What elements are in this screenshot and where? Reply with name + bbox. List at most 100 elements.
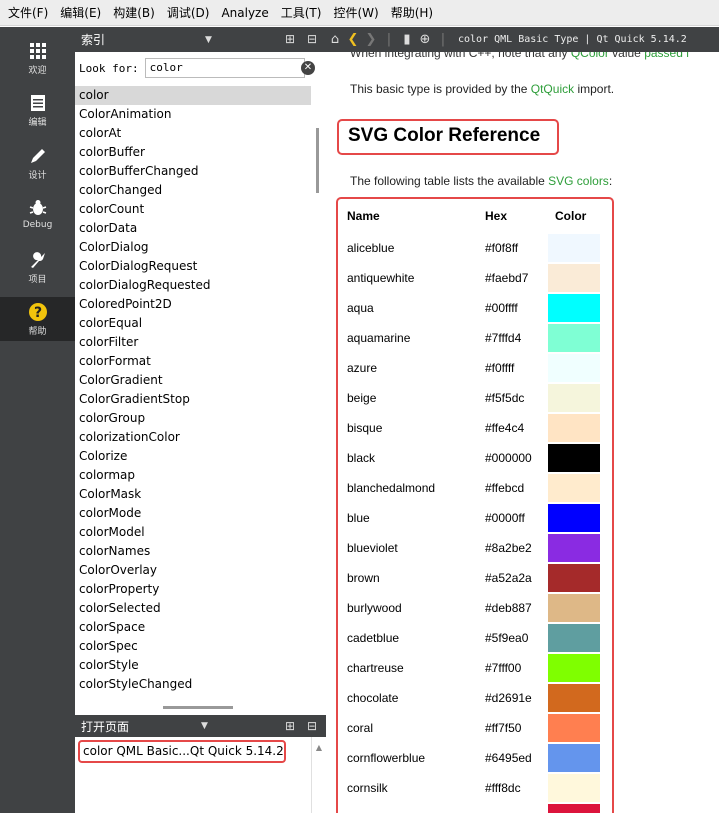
home-icon[interactable]: ⌂ (326, 32, 344, 47)
horizontal-scrollbar[interactable] (75, 698, 326, 715)
color-name: aliceblue (347, 241, 395, 255)
menu-item[interactable]: 文件(F) (2, 0, 54, 26)
index-item[interactable]: colorizationColor (75, 428, 311, 447)
qtquick-link[interactable]: QtQuick (531, 82, 574, 96)
color-swatch (548, 654, 600, 682)
index-panel-header: 索引 ▼ ⊞ ⊟ (75, 27, 326, 52)
menu-item[interactable]: 工具(T) (275, 0, 328, 26)
mode-label: 编辑 (28, 117, 47, 128)
index-item[interactable]: ColorGradientStop (75, 390, 311, 409)
color-hex: #6495ed (485, 751, 532, 765)
color-name: black (347, 451, 376, 465)
close-panel-icon[interactable]: ⊟ (304, 718, 320, 734)
index-item[interactable]: colorData (75, 219, 311, 238)
qcolor-link[interactable]: QColor (571, 52, 609, 60)
grid-icon (27, 41, 49, 61)
index-panel-title[interactable]: 索引 (81, 31, 201, 48)
mode-wrench[interactable]: 项目 (0, 245, 75, 289)
mode-label: 欢迎 (28, 65, 47, 76)
mode-bug[interactable]: Debug (0, 192, 75, 236)
index-item[interactable]: ColorAnimation (75, 105, 311, 124)
open-pages-title[interactable]: 打开页面 (81, 718, 191, 735)
color-name: brown (347, 571, 380, 585)
index-item[interactable]: ColorMask (75, 485, 311, 504)
menu-item[interactable]: 编辑(E) (54, 0, 107, 26)
menu-item[interactable]: 控件(W) (327, 0, 384, 26)
bookmark-icon[interactable]: ▮ (398, 32, 416, 47)
document-icon (27, 93, 49, 113)
index-item[interactable]: colorSpec (75, 637, 311, 656)
svg-colors-link[interactable]: SVG colors (548, 174, 609, 188)
color-name: azure (347, 361, 378, 375)
scroll-up-icon[interactable]: ▲ (312, 743, 326, 752)
mode-pencil[interactable]: 设计 (0, 141, 75, 185)
h-scroll-thumb[interactable] (163, 706, 233, 709)
index-item[interactable]: colorGroup (75, 409, 311, 428)
search-input[interactable]: color (144, 58, 305, 78)
color-name: cornflowerblue (347, 751, 426, 765)
mode-help[interactable]: ? 帮助 (0, 297, 75, 341)
color-hex: #f0ffff (485, 361, 515, 375)
index-item[interactable]: colorAt (75, 124, 311, 143)
index-item[interactable]: ColoredPoint2D (75, 295, 311, 314)
index-item[interactable]: colorSelected (75, 599, 311, 618)
index-item[interactable]: ColorGradient (75, 371, 311, 390)
index-item[interactable]: colorMode (75, 504, 311, 523)
index-item[interactable]: colorEqual (75, 314, 311, 333)
index-item[interactable]: colorDialogRequested (75, 276, 311, 295)
index-item[interactable]: colorBuffer (75, 143, 311, 162)
index-scrollbar[interactable] (311, 86, 326, 698)
index-item[interactable]: colormap (75, 466, 311, 485)
close-panel-icon[interactable]: ⊟ (304, 31, 320, 47)
chevron-down-icon[interactable]: ▼ (201, 721, 208, 731)
color-hex: #f5f5dc (485, 391, 525, 405)
index-item[interactable]: Colorize (75, 447, 311, 466)
index-item[interactable]: colorFormat (75, 352, 311, 371)
index-item[interactable]: colorBufferChanged (75, 162, 311, 181)
color-swatch (548, 414, 600, 442)
passed-link[interactable]: passed i (644, 52, 689, 60)
index-item[interactable]: ColorDialogRequest (75, 257, 311, 276)
color-hex: #ffe4c4 (485, 421, 525, 435)
index-item[interactable]: colorSpace (75, 618, 311, 637)
forward-icon[interactable]: ❯ (362, 32, 380, 47)
split-icon[interactable]: ⊞ (282, 718, 298, 734)
color-name: bisque (347, 421, 383, 435)
index-item[interactable]: colorStyle (75, 656, 311, 675)
back-icon[interactable]: ❮ (344, 32, 362, 47)
globe-icon[interactable]: ⊕ (416, 32, 434, 47)
menu-item[interactable]: 构建(B) (107, 0, 161, 26)
color-hex: #d2691e (485, 691, 532, 705)
open-pages-scrollbar[interactable]: ▲ (311, 737, 326, 813)
table-row: beige #f5f5dc (338, 383, 600, 413)
menu-bar: 文件(F) 编辑(E) 构建(B) 调试(D) Analyze 工具(T) 控件(W) 帮助(… (0, 0, 719, 26)
clear-search-icon[interactable]: ✕ (301, 61, 315, 75)
index-item[interactable]: colorStyleChanged (75, 675, 311, 694)
index-item[interactable]: colorNames (75, 542, 311, 561)
index-item[interactable]: color (75, 86, 311, 105)
index-item[interactable]: colorFilter (75, 333, 311, 352)
index-item[interactable]: colorCount (75, 200, 311, 219)
index-item[interactable]: ColorDialog (75, 238, 311, 257)
menu-item[interactable]: Analyze (215, 0, 274, 26)
index-item[interactable]: colorModel (75, 523, 311, 542)
color-swatch (548, 714, 600, 742)
mode-grid[interactable]: 欢迎 (0, 36, 75, 80)
color-hex: #fff8dc (485, 781, 521, 795)
color-swatch (548, 264, 600, 292)
color-swatch (548, 684, 600, 712)
index-item[interactable]: colorProperty (75, 580, 311, 599)
menu-item[interactable]: 调试(D) (161, 0, 216, 26)
chevron-down-icon[interactable]: ▼ (205, 35, 212, 45)
color-hex: #ffebcd (485, 481, 525, 495)
open-page-item[interactable]: color QML Basic...Qt Quick 5.14.2 (78, 740, 286, 763)
index-item[interactable]: colorChanged (75, 181, 311, 200)
menu-item[interactable]: 帮助(H) (385, 0, 439, 26)
mode-label: 帮助 (28, 326, 47, 337)
index-item[interactable]: ColorOverlay (75, 561, 311, 580)
color-name: blanchedalmond (347, 481, 436, 495)
scroll-thumb[interactable] (316, 128, 319, 193)
mode-document[interactable]: 编辑 (0, 88, 75, 132)
split-icon[interactable]: ⊞ (282, 31, 298, 47)
table-row: cadetblue #5f9ea0 (338, 623, 600, 653)
